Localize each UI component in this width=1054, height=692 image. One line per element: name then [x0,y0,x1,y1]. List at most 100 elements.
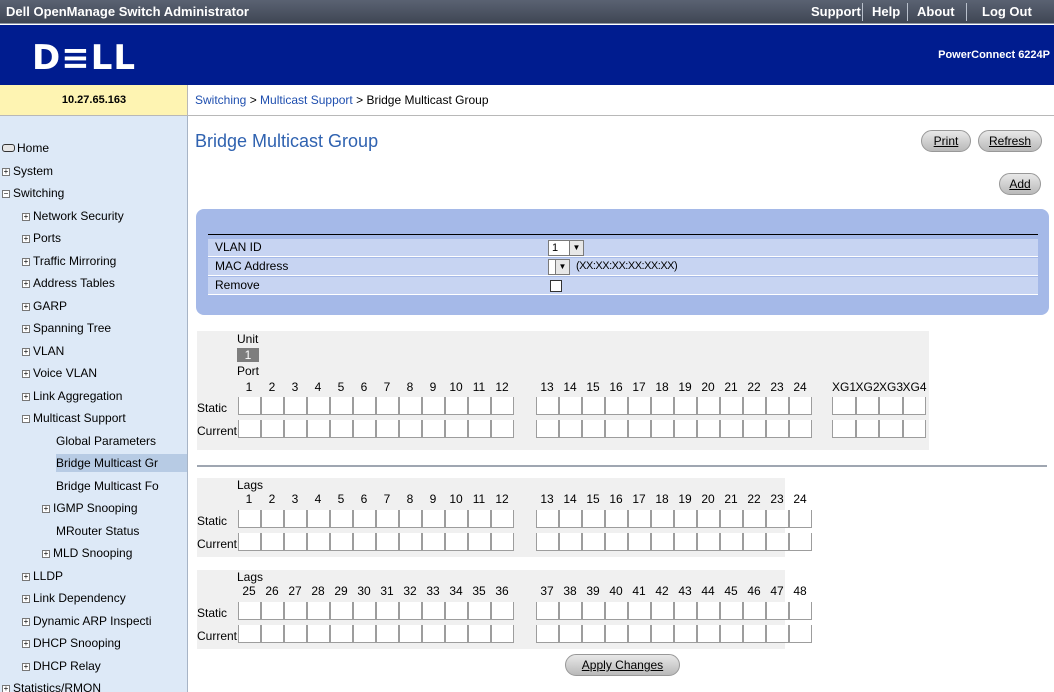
current-cell[interactable] [261,533,284,551]
static-cell[interactable] [559,510,582,528]
static-cell[interactable] [697,602,720,620]
refresh-button[interactable]: Refresh [978,130,1042,152]
static-cell[interactable] [536,602,559,620]
current-cell[interactable] [376,625,399,643]
current-cell[interactable] [445,533,468,551]
current-cell[interactable] [468,533,491,551]
breadcrumb-multicast-support[interactable]: Multicast Support [260,93,353,107]
static-cell[interactable] [651,397,674,415]
current-cell[interactable] [674,533,697,551]
apply-changes-button[interactable]: Apply Changes [565,654,680,676]
static-cell[interactable] [422,602,445,620]
expand-plus-icon[interactable]: + [22,392,30,401]
expand-plus-icon[interactable]: + [22,212,30,221]
current-cell[interactable] [261,625,284,643]
expand-plus-icon[interactable]: + [22,370,30,378]
expand-plus-icon[interactable]: + [22,640,30,648]
current-cell[interactable] [399,533,422,551]
current-cell[interactable] [376,533,399,551]
static-cell[interactable] [353,510,376,528]
current-cell[interactable] [559,420,582,438]
static-cell[interactable] [628,602,651,620]
current-cell[interactable] [720,420,743,438]
current-cell[interactable] [284,533,307,551]
expand-plus-icon[interactable]: + [22,302,30,311]
current-cell[interactable] [605,533,628,551]
sidebar-item[interactable]: + LLDP [22,567,63,585]
static-cell[interactable] [720,397,743,415]
breadcrumb-switching[interactable]: Switching [195,93,246,107]
static-cell[interactable] [651,510,674,528]
current-cell[interactable] [605,420,628,438]
current-cell[interactable] [720,625,743,643]
current-cell[interactable] [261,420,284,438]
current-cell[interactable] [491,625,514,643]
expand-plus-icon[interactable]: + [22,662,30,671]
current-cell[interactable] [628,533,651,551]
current-cell[interactable] [330,533,353,551]
static-cell[interactable] [330,602,353,620]
static-cell[interactable] [855,397,879,415]
static-cell[interactable] [605,602,628,620]
current-cell[interactable] [789,625,812,643]
static-cell[interactable] [376,397,399,415]
sidebar-item[interactable]: + Ports [22,229,61,247]
current-cell[interactable] [628,420,651,438]
static-cell[interactable] [743,510,766,528]
static-cell[interactable] [284,602,307,620]
current-cell[interactable] [238,533,261,551]
expand-plus-icon[interactable]: + [22,257,30,266]
static-cell[interactable] [674,602,697,620]
static-cell[interactable] [422,510,445,528]
expand-plus-icon[interactable]: + [22,617,30,626]
sidebar-item[interactable]: + Voice VLAN [22,364,97,382]
current-cell[interactable] [330,625,353,643]
sidebar-item[interactable]: − Multicast Support [22,409,126,427]
current-cell[interactable] [307,420,330,438]
current-cell[interactable] [307,533,330,551]
sidebar-item[interactable]: + GARP [22,297,67,315]
static-cell[interactable] [376,510,399,528]
sidebar-item[interactable]: + Dynamic ARP Inspecti [22,612,152,630]
current-cell[interactable] [697,533,720,551]
collapse-minus-icon[interactable]: − [2,190,10,198]
static-cell[interactable] [766,602,789,620]
help-link[interactable]: Help [872,4,900,19]
static-cell[interactable] [651,602,674,620]
remove-checkbox[interactable] [550,280,562,292]
current-cell[interactable] [399,625,422,643]
static-cell[interactable] [238,602,261,620]
current-cell[interactable] [307,625,330,643]
about-link[interactable]: About [917,4,955,19]
static-cell[interactable] [743,397,766,415]
add-button[interactable]: Add [999,173,1041,195]
current-cell[interactable] [605,625,628,643]
expand-plus-icon[interactable]: + [22,235,30,243]
current-cell[interactable] [697,420,720,438]
static-cell[interactable] [468,602,491,620]
current-cell[interactable] [766,420,789,438]
static-cell[interactable] [789,510,812,528]
static-cell[interactable] [399,397,422,415]
expand-plus-icon[interactable]: + [22,325,30,333]
current-cell[interactable] [536,625,559,643]
current-cell[interactable] [284,420,307,438]
static-cell[interactable] [582,510,605,528]
expand-plus-icon[interactable]: + [22,595,30,603]
static-cell[interactable] [445,397,468,415]
static-cell[interactable] [789,397,812,415]
sidebar-item[interactable]: + DHCP Relay [22,657,101,675]
static-cell[interactable] [789,602,812,620]
sidebar-item[interactable]: + Statistics/RMON [2,679,101,692]
sidebar-item[interactable]: + Link Aggregation [22,387,122,405]
static-cell[interactable] [468,397,491,415]
static-cell[interactable] [582,602,605,620]
current-cell[interactable] [855,420,879,438]
static-cell[interactable] [261,397,284,415]
expand-plus-icon[interactable]: + [42,550,50,558]
static-cell[interactable] [330,510,353,528]
static-cell[interactable] [468,510,491,528]
current-cell[interactable] [422,625,445,643]
static-cell[interactable] [536,510,559,528]
static-cell[interactable] [766,397,789,415]
